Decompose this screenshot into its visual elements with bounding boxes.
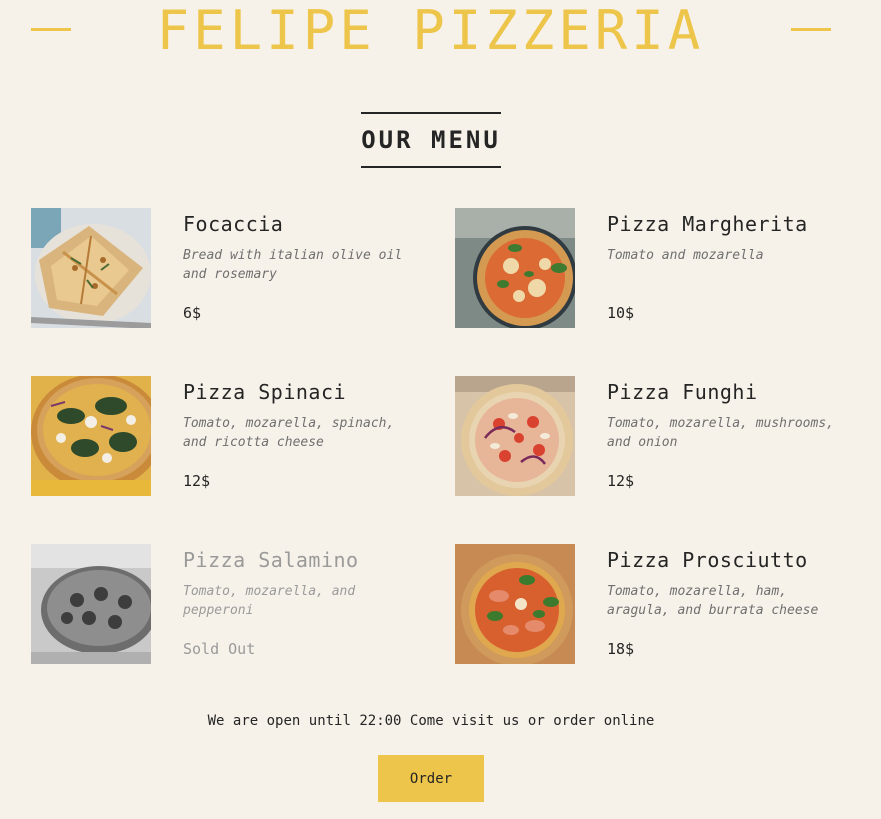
header-divider-right [791, 28, 831, 31]
prosciutto-image [455, 544, 575, 664]
pizza-price: 10$ [607, 304, 635, 322]
margherita-image [455, 208, 575, 328]
pizza-description: Tomato, mozarella, mushrooms, and onion [607, 416, 834, 450]
pizza-name: Focaccia [183, 212, 284, 236]
pizza-name: Pizza Spinaci [183, 380, 347, 404]
menu-item-funghi: Pizza Funghi Tomato, mozarella, mushroom… [455, 376, 855, 496]
spinaci-info: Pizza Spinaci Tomato, mozarella, spinach… [183, 376, 443, 496]
pizza-description: Tomato, mozarella, ham, aragula, and bur… [607, 584, 819, 618]
brand-title: FELIPE PIZZERIA [156, 0, 705, 62]
pizza-name: Pizza Salamino [183, 548, 359, 572]
menu-heading-text: OUR MENU [361, 126, 501, 154]
menu-item-prosciutto: Pizza Prosciutto Tomato, mozarella, ham,… [455, 544, 855, 664]
margherita-info: Pizza Margherita Tomato and mozarella 10… [607, 208, 867, 328]
spinaci-image [31, 376, 151, 496]
order-button[interactable]: Order [378, 755, 484, 802]
sold-out-label: Sold Out [183, 640, 256, 658]
focaccia-info: Focaccia Bread with italian olive oil an… [183, 208, 443, 328]
pizza-price: 12$ [607, 472, 635, 490]
pizza-name: Pizza Funghi [607, 380, 758, 404]
pizza-price: 12$ [183, 472, 211, 490]
menu-item-spinaci: Pizza Spinaci Tomato, mozarella, spinach… [31, 376, 431, 496]
pizza-price: 18$ [607, 640, 635, 658]
salamino-info: Pizza Salamino Tomato, mozarella, and pe… [183, 544, 443, 664]
pizza-description: Tomato and mozarella [607, 248, 764, 263]
pizza-name: Pizza Margherita [607, 212, 808, 236]
site-header: FELIPE PIZZERIA [0, 0, 881, 70]
menu-heading: OUR MENU [361, 112, 501, 168]
menu-item-salamino: Pizza Salamino Tomato, mozarella, and pe… [31, 544, 431, 664]
pizza-price: 6$ [183, 304, 202, 322]
prosciutto-info: Pizza Prosciutto Tomato, mozarella, ham,… [607, 544, 867, 664]
pizza-description: Bread with italian olive oil and rosemar… [183, 248, 403, 282]
menu-item-margherita: Pizza Margherita Tomato and mozarella 10… [455, 208, 855, 328]
pizza-name: Pizza Prosciutto [607, 548, 808, 572]
menu-item-focaccia: Focaccia Bread with italian olive oil an… [31, 208, 431, 328]
pizza-description: Tomato, mozarella, and pepperoni [183, 584, 356, 618]
pizza-description: Tomato, mozarella, spinach, and ricotta … [183, 416, 395, 450]
focaccia-image [31, 208, 151, 328]
opening-hours-text: We are open until 22:00 Come visit us or… [207, 713, 655, 729]
salamino-image [31, 544, 151, 664]
funghi-info: Pizza Funghi Tomato, mozarella, mushroom… [607, 376, 867, 496]
funghi-image [455, 376, 575, 496]
